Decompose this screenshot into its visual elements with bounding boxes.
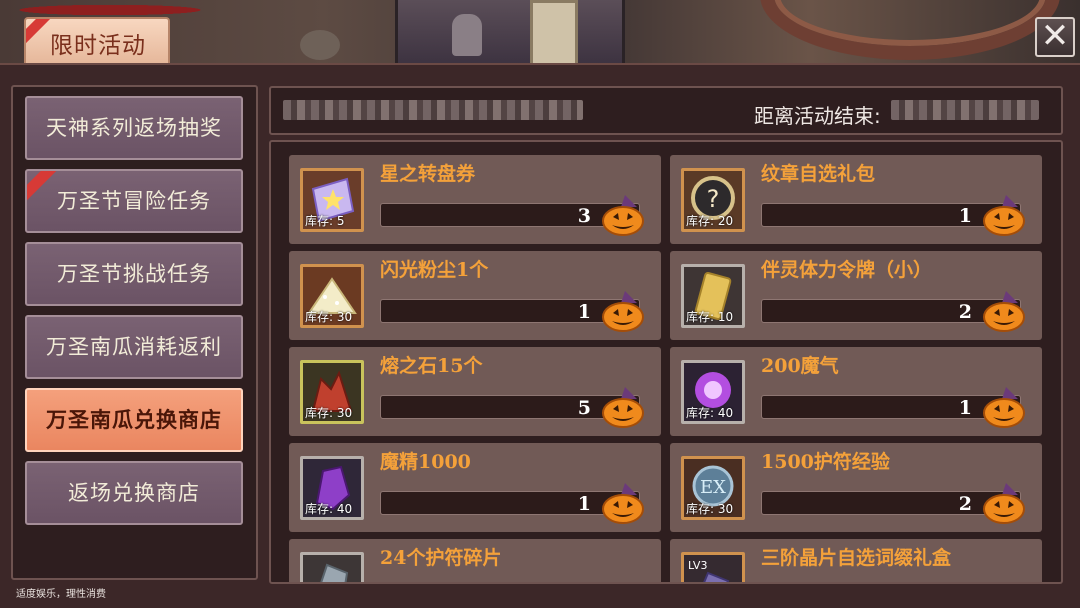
pumpkin-icon: [983, 291, 1025, 332]
sidebar-item-reissue-lottery[interactable]: 天神系列返场抽奖: [25, 96, 243, 160]
item-cost: 1: [958, 205, 972, 227]
item-slot: LV3: [681, 552, 745, 582]
pumpkin-icon: [983, 195, 1025, 236]
scene-magic-circle: [760, 0, 1060, 60]
item-name: 纹章自选礼包: [761, 163, 876, 185]
item-stock: 库存: 30: [305, 406, 353, 420]
scene-pillar: [530, 0, 578, 66]
shop-item-card[interactable]: 库存: 30 熔之石15个 5: [289, 347, 661, 436]
item-name: 魔精1000: [380, 451, 471, 473]
pumpkin-icon: [602, 195, 644, 236]
close-button[interactable]: ✕: [1035, 17, 1075, 57]
scene-lamp: [300, 30, 340, 60]
item-name: 熔之石15个: [380, 355, 483, 377]
item-name: 24个护符碎片: [380, 547, 502, 569]
pumpkin-icon: [983, 387, 1025, 428]
sidebar-item-label: 万圣节冒险任务: [57, 189, 211, 213]
shop-item-card[interactable]: 24个护符碎片: [289, 539, 661, 582]
sidebar-item-label: 万圣南瓜兑换商店: [46, 407, 222, 432]
scene-building: [395, 0, 625, 66]
pumpkin-icon: [602, 483, 644, 524]
sidebar-item-halloween-adventure[interactable]: 万圣节冒险任务: [25, 169, 243, 233]
shop-item-card[interactable]: LV3 三阶晶片自选词缀礼盒: [670, 539, 1042, 582]
item-slot: 库存: 40: [681, 360, 745, 424]
talisman-shard-icon: [303, 555, 361, 582]
shop-item-card[interactable]: 库存: 40 200魔气 1: [670, 347, 1042, 436]
sidebar-item-reissue-shop[interactable]: 返场兑换商店: [25, 461, 243, 525]
scene-character: [452, 14, 482, 56]
item-cost: 1: [577, 493, 591, 515]
item-slot: 库存: 5: [300, 168, 364, 232]
item-cost: 1: [958, 397, 972, 419]
item-slot: EX 库存: 30: [681, 456, 745, 520]
item-stock: 库存: 40: [686, 406, 734, 420]
new-ribbon-icon: [27, 171, 61, 207]
blurred-event-date: [283, 100, 583, 120]
lv3-chip-box-icon: LV3: [684, 555, 742, 582]
shop-item-card[interactable]: 库存: 40 魔精1000 1: [289, 443, 661, 532]
sidebar-item-halloween-challenge[interactable]: 万圣节挑战任务: [25, 242, 243, 306]
sidebar-item-label: 天神系列返场抽奖: [46, 116, 222, 140]
item-slot: 库存: 40: [300, 456, 364, 520]
svg-text:?: ?: [707, 185, 720, 213]
healthy-gaming-notice: 适度娱乐，理性消费: [16, 589, 106, 600]
item-name: 1500护符经验: [761, 451, 890, 473]
sidebar-item-pumpkin-shop[interactable]: 万圣南瓜兑换商店: [25, 388, 243, 452]
blurred-countdown: [891, 100, 1039, 120]
shop-item-card[interactable]: 库存: 30 闪光粉尘1个 1: [289, 251, 661, 340]
item-name: 星之转盘券: [380, 163, 476, 185]
item-name: 闪光粉尘1个: [380, 259, 489, 281]
item-stock: 库存: 10: [686, 310, 734, 324]
sidebar-item-pumpkin-rebate[interactable]: 万圣南瓜消耗返利: [25, 315, 243, 379]
sidebar-item-label: 万圣节挑战任务: [57, 262, 211, 286]
item-stock: 库存: 5: [305, 214, 345, 228]
shop-item-card[interactable]: 库存: 10 伴灵体力令牌（小） 2: [670, 251, 1042, 340]
item-cost: 2: [958, 301, 972, 323]
event-end-label: 距离活动结束:: [754, 104, 881, 128]
item-cost: 2: [958, 493, 972, 515]
shop-item-card[interactable]: ? 库存: 20 纹章自选礼包 1: [670, 155, 1042, 244]
sidebar-item-label: 万圣南瓜消耗返利: [46, 335, 222, 359]
pumpkin-icon: [602, 291, 644, 332]
event-info-bar: 距离活动结束:: [269, 86, 1063, 135]
limited-event-tab-label: 限时活动: [50, 33, 146, 59]
item-slot: 库存: 10: [681, 264, 745, 328]
item-stock: 库存: 30: [305, 310, 353, 324]
shop-item-list[interactable]: 库存: 5 星之转盘券 3 ? 库存: 20 纹章自选礼包 1 库存: 30 闪…: [269, 140, 1063, 584]
sidebar-item-label: 返场兑换商店: [68, 481, 200, 505]
item-slot: ? 库存: 20: [681, 168, 745, 232]
pumpkin-icon: [602, 387, 644, 428]
item-cost: 3: [577, 205, 591, 227]
svg-text:LV3: LV3: [688, 559, 707, 572]
item-name: 伴灵体力令牌（小）: [761, 259, 933, 281]
close-icon: ✕: [1040, 16, 1070, 56]
item-slot: [300, 552, 364, 582]
item-stock: 库存: 20: [686, 214, 734, 228]
item-cost: 5: [577, 397, 591, 419]
limited-event-tab[interactable]: 限时活动: [24, 17, 170, 63]
item-slot: 库存: 30: [300, 360, 364, 424]
item-cost: 1: [577, 301, 591, 323]
shop-item-card[interactable]: EX 库存: 30 1500护符经验 2: [670, 443, 1042, 532]
item-stock: 库存: 40: [305, 502, 353, 516]
item-name: 200魔气: [761, 355, 839, 377]
item-slot: 库存: 30: [300, 264, 364, 328]
shop-item-card[interactable]: 库存: 5 星之转盘券 3: [289, 155, 661, 244]
item-name: 三阶晶片自选词缀礼盒: [761, 547, 952, 569]
item-stock: 库存: 30: [686, 502, 734, 516]
pumpkin-icon: [983, 483, 1025, 524]
svg-text:EX: EX: [700, 477, 726, 498]
event-sidebar: 天神系列返场抽奖 万圣节冒险任务 万圣节挑战任务 万圣南瓜消耗返利 万圣南瓜兑换…: [11, 85, 258, 580]
